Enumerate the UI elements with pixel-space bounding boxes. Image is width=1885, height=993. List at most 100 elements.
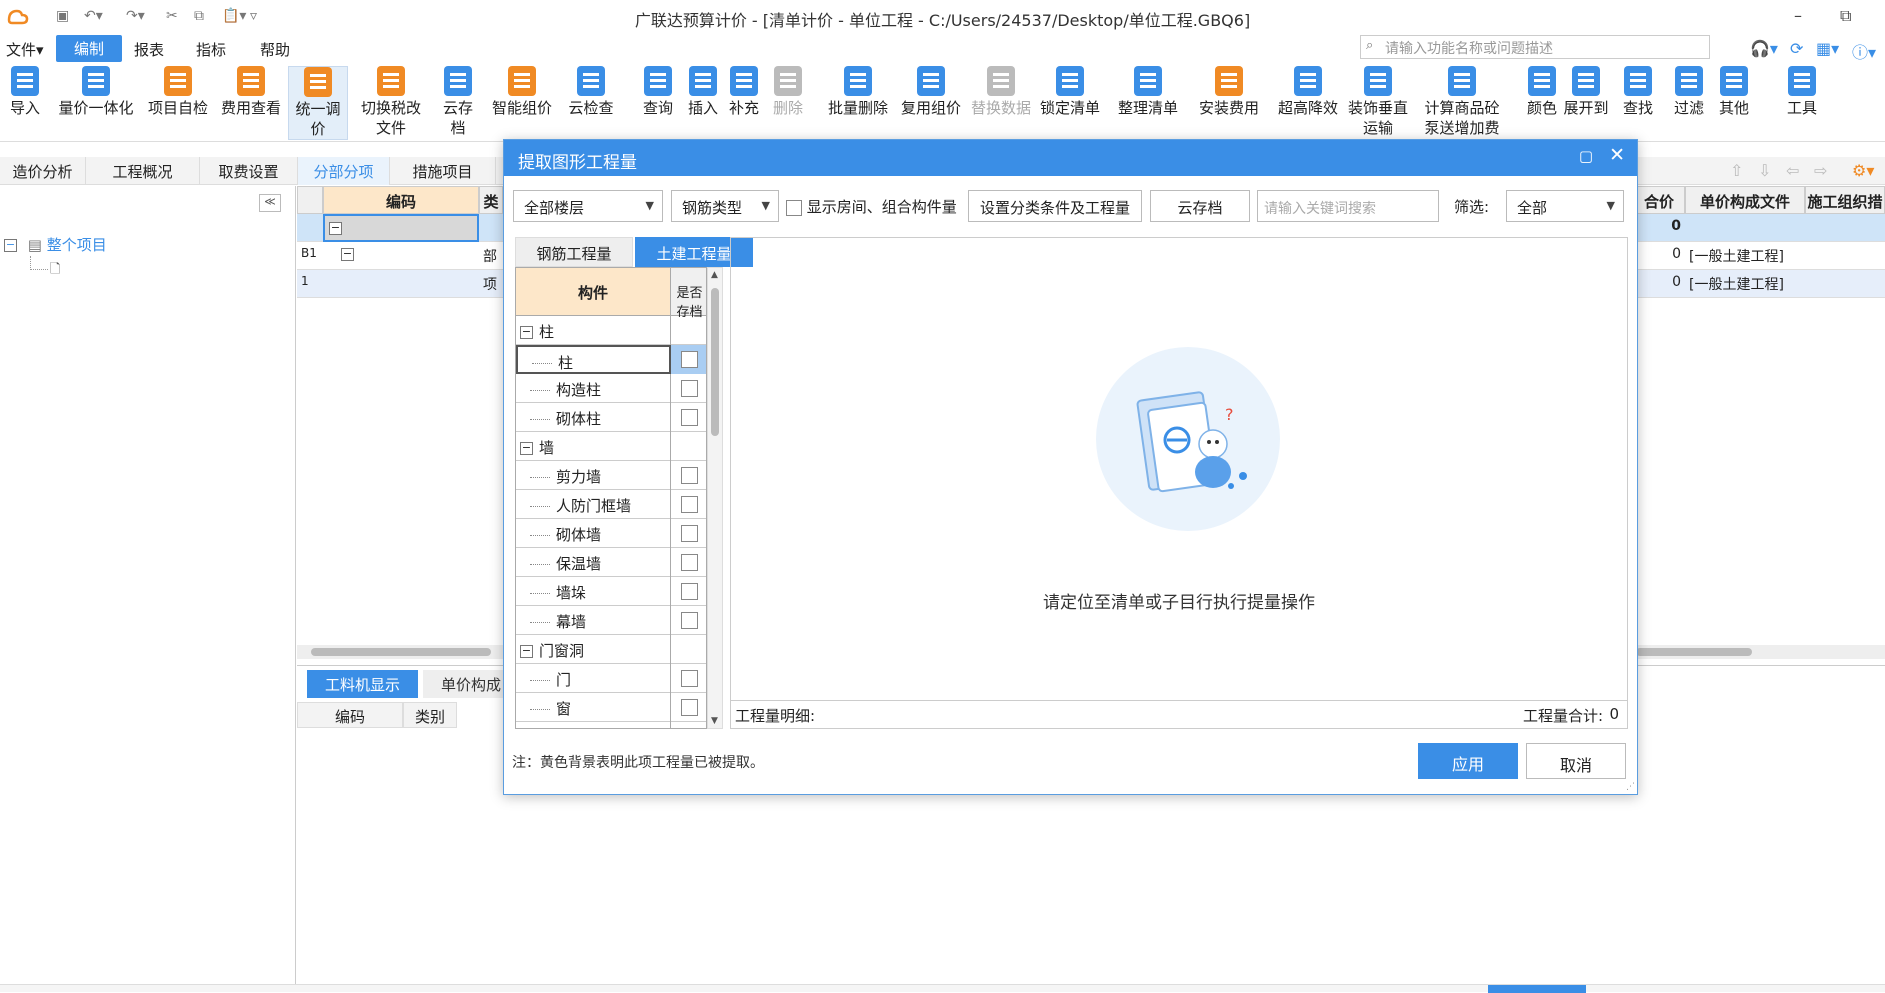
- ribbon-button-unified-price[interactable]: 统一调价: [288, 66, 348, 140]
- archived-checkbox[interactable]: [681, 525, 698, 542]
- archived-checkbox[interactable]: [681, 496, 698, 513]
- archived-checkbox[interactable]: [681, 380, 698, 397]
- tab-fee-settings[interactable]: 取费设置: [200, 157, 298, 185]
- filter-select[interactable]: 全部 ▼: [1506, 190, 1624, 222]
- archived-cell[interactable]: [671, 722, 706, 728]
- component-name-cell[interactable]: 构造柱: [516, 374, 671, 403]
- component-name-cell[interactable]: 保温墙: [516, 548, 671, 577]
- tree-root[interactable]: − ▤ 整个项目: [4, 234, 107, 255]
- component-name-cell[interactable]: 柱: [516, 345, 671, 374]
- collapse-group-icon[interactable]: −: [520, 442, 533, 455]
- resize-grip-icon[interactable]: ⋰: [1626, 782, 1635, 792]
- bottom-header-code[interactable]: 编码: [297, 702, 403, 728]
- component-row[interactable]: 人防门框墙: [516, 490, 706, 519]
- arrow-right-icon[interactable]: ⇨: [1814, 161, 1827, 180]
- component-row[interactable]: 墙垛: [516, 577, 706, 606]
- ribbon-button-lock-list[interactable]: 锁定清单: [1036, 66, 1104, 118]
- ribbon-button-find[interactable]: 查找: [1616, 66, 1660, 118]
- component-name-cell[interactable]: 人防门框墙: [516, 490, 671, 519]
- ribbon-button-insert[interactable]: 插入: [682, 66, 724, 118]
- collapse-row-icon[interactable]: −: [329, 221, 342, 235]
- archived-cell[interactable]: [671, 490, 706, 519]
- archived-cell[interactable]: [671, 403, 706, 432]
- info-icon[interactable]: ⓘ▾: [1852, 39, 1876, 63]
- component-group-row[interactable]: − 墙: [516, 432, 706, 461]
- archived-cell[interactable]: [671, 519, 706, 548]
- table-cell-code[interactable]: −: [323, 214, 479, 242]
- component-row[interactable]: 窗: [516, 693, 706, 722]
- grid-header-price[interactable]: 合价: [1633, 186, 1685, 214]
- ribbon-button-query[interactable]: 查询: [636, 66, 680, 118]
- archived-cell[interactable]: [671, 548, 706, 577]
- component-row[interactable]: 柱: [516, 345, 706, 374]
- ribbon-button-organize-list[interactable]: 整理清单: [1110, 66, 1186, 118]
- collapse-sidebar-button[interactable]: ≪: [259, 194, 281, 212]
- tab-labor-material[interactable]: 工料机显示: [307, 670, 419, 698]
- maximize-icon[interactable]: ▢: [1579, 147, 1593, 165]
- minimize-icon[interactable]: –: [1794, 6, 1802, 25]
- rebar-type-select[interactable]: 钢筋类型 ▼: [671, 190, 779, 222]
- checkbox-icon[interactable]: [786, 199, 802, 216]
- component-row[interactable]: 剪力墙: [516, 461, 706, 490]
- component-header[interactable]: 构件: [516, 268, 671, 316]
- component-row[interactable]: 保温墙: [516, 548, 706, 577]
- archived-checkbox[interactable]: [681, 699, 698, 716]
- menu-report[interactable]: 报表: [134, 39, 164, 60]
- ribbon-button-tools[interactable]: 工具: [1780, 66, 1824, 118]
- grid-horizontal-scrollbar-right[interactable]: [1636, 645, 1885, 659]
- menu-help[interactable]: 帮助: [260, 39, 290, 60]
- component-name-cell[interactable]: 门联窗: [516, 722, 671, 728]
- archived-header[interactable]: 是否存档: [671, 268, 706, 320]
- ribbon-button-smart-price[interactable]: 智能组价: [488, 66, 556, 118]
- component-row[interactable]: 幕墙: [516, 606, 706, 635]
- tree-unit-item[interactable]: 🗋: [50, 260, 60, 282]
- archived-cell[interactable]: [671, 577, 706, 606]
- archived-checkbox[interactable]: [681, 670, 698, 687]
- tab-project-overview[interactable]: 工程概况: [86, 157, 200, 185]
- component-scrollbar[interactable]: ▲ ▼: [707, 267, 723, 729]
- ribbon-button-supplement[interactable]: 补充: [724, 66, 764, 118]
- tab-measures[interactable]: 措施项目: [390, 157, 496, 185]
- archived-checkbox[interactable]: [681, 351, 698, 368]
- component-group-row[interactable]: − 门窗洞: [516, 635, 706, 664]
- headset-icon[interactable]: 🎧▾: [1750, 39, 1778, 58]
- ribbon-button-integration[interactable]: 量价一体化: [48, 66, 144, 118]
- component-row[interactable]: 门联窗: [516, 722, 706, 728]
- ribbon-button-fee-view[interactable]: 费用查看: [218, 66, 284, 118]
- component-row[interactable]: 门: [516, 664, 706, 693]
- ribbon-button-tax-switch[interactable]: 切换税改 文件: [348, 66, 434, 138]
- ribbon-button-cloud-check[interactable]: 云检查: [562, 66, 620, 118]
- cloud-save-button[interactable]: 云存档: [1150, 190, 1250, 222]
- archived-cell[interactable]: [671, 374, 706, 403]
- archived-cell[interactable]: [671, 345, 706, 374]
- ribbon-button-install-fee[interactable]: 安装费用: [1192, 66, 1266, 118]
- component-name-cell[interactable]: − 柱: [516, 316, 671, 345]
- ribbon-button-import[interactable]: 导入: [6, 66, 44, 118]
- component-row[interactable]: 构造柱: [516, 374, 706, 403]
- collapse-group-icon[interactable]: −: [520, 326, 533, 339]
- bottom-header-category[interactable]: 类别: [403, 702, 457, 728]
- collapse-group-icon[interactable]: −: [520, 645, 533, 658]
- ribbon-button-delete[interactable]: 删除: [768, 66, 808, 118]
- ribbon-button-batch-delete[interactable]: 批量删除: [818, 66, 898, 118]
- component-name-cell[interactable]: 窗: [516, 693, 671, 722]
- menu-index[interactable]: 指标: [196, 39, 226, 60]
- ribbon-button-reuse-price[interactable]: 复用组价: [898, 66, 964, 118]
- apply-button[interactable]: 应用: [1418, 743, 1518, 779]
- grid-header-org[interactable]: 施工组织措: [1805, 186, 1885, 214]
- archived-cell[interactable]: [671, 664, 706, 693]
- grid-horizontal-scrollbar[interactable]: [297, 645, 503, 659]
- restore-icon[interactable]: ⧉: [1840, 6, 1851, 26]
- set-conditions-button[interactable]: 设置分类条件及工程量: [968, 190, 1142, 222]
- component-row[interactable]: 砌体柱: [516, 403, 706, 432]
- archived-checkbox[interactable]: [681, 467, 698, 484]
- arrow-up-icon[interactable]: ⇧: [1730, 161, 1743, 180]
- collapse-tree-icon[interactable]: −: [4, 239, 17, 252]
- ribbon-button-expand-to[interactable]: 展开到: [1562, 66, 1610, 118]
- keyword-search-input[interactable]: 请输入关键词搜索: [1257, 190, 1439, 222]
- grid-header-code[interactable]: 编码: [323, 186, 479, 214]
- ribbon-button-replace-data[interactable]: 替换数据: [966, 66, 1036, 118]
- ribbon-button-other[interactable]: 其他: [1712, 66, 1756, 118]
- archived-cell[interactable]: [671, 693, 706, 722]
- component-row[interactable]: 砌体墙: [516, 519, 706, 548]
